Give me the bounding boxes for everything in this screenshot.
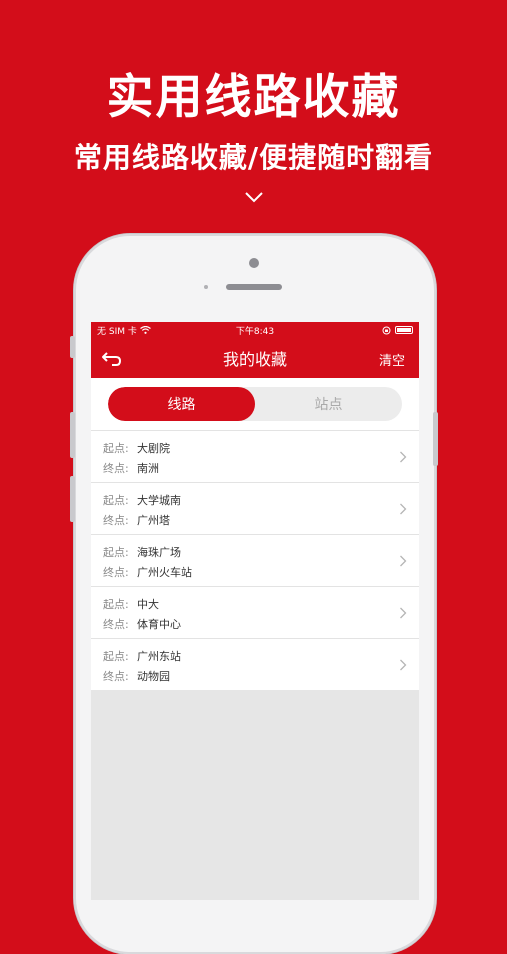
proximity-sensor <box>204 285 208 289</box>
wifi-icon <box>139 326 151 334</box>
start-label: 起点: <box>103 650 129 663</box>
end-label: 终点: <box>103 514 129 527</box>
end-label: 终点: <box>103 462 129 475</box>
route-list: 起点: 大剧院 终点: 南洲 起点: 大学城南 终点: 广州塔 起点: 海珠广场 终点: 广… <box>91 430 419 690</box>
battery-icon <box>395 326 413 334</box>
start-station: 海珠广场 <box>137 546 181 559</box>
end-station: 体育中心 <box>137 618 181 631</box>
start-station: 大学城南 <box>137 494 181 507</box>
end-label: 终点: <box>103 618 129 631</box>
carrier-label: 无 SIM 卡 <box>97 326 137 337</box>
promo-subline: 常用线路收藏/便捷随时翻看 <box>73 141 434 174</box>
route-row[interactable]: 起点: 大学城南 终点: 广州塔 <box>91 482 419 534</box>
start-label: 起点: <box>103 442 129 455</box>
route-row[interactable]: 起点: 海珠广场 终点: 广州火车站 <box>91 534 419 586</box>
start-label: 起点: <box>103 598 129 611</box>
route-row[interactable]: 起点: 广州东站 终点: 动物园 <box>91 638 419 690</box>
route-row[interactable]: 起点: 大剧院 终点: 南洲 <box>91 430 419 482</box>
page-title: 我的收藏 <box>222 350 287 369</box>
end-station: 南洲 <box>137 462 159 475</box>
status-bar: 无 SIM 卡 下午8:43 <box>91 322 419 338</box>
phone-power-button <box>433 412 438 466</box>
earpiece-speaker <box>226 284 282 290</box>
back-arrow-icon[interactable] <box>101 348 123 368</box>
orientation-lock-icon <box>382 326 391 334</box>
chevron-right-icon <box>400 659 407 671</box>
start-station: 广州东站 <box>137 650 181 663</box>
end-label: 终点: <box>103 670 129 683</box>
chevron-right-icon <box>400 503 407 515</box>
nav-bar: 我的收藏 清空 <box>91 338 419 378</box>
end-station: 广州火车站 <box>137 566 192 579</box>
start-label: 起点: <box>103 494 129 507</box>
segment-container: 线路 站点 <box>91 378 419 430</box>
clear-button[interactable]: 清空 <box>379 350 405 369</box>
promo-headline: 实用线路收藏 <box>106 70 401 125</box>
chevron-right-icon <box>400 607 407 619</box>
phone-volume-down <box>70 476 75 522</box>
start-label: 起点: <box>103 546 129 559</box>
end-station: 动物园 <box>137 670 170 683</box>
tab-stations[interactable]: 站点 <box>255 387 402 421</box>
phone-screen: 无 SIM 卡 下午8:43 我的收藏 清空 线路 站点 起点: 大剧院 终点:… <box>91 322 419 900</box>
phone-volume-up <box>70 412 75 458</box>
front-camera <box>249 258 259 268</box>
route-row[interactable]: 起点: 中大 终点: 体育中心 <box>91 586 419 638</box>
chevron-right-icon <box>400 555 407 567</box>
tab-routes[interactable]: 线路 <box>108 387 255 421</box>
chevron-down-icon <box>245 192 263 203</box>
end-station: 广州塔 <box>137 514 170 527</box>
phone-mute-switch <box>70 336 75 358</box>
segmented-control: 线路 站点 <box>108 387 402 421</box>
chevron-right-icon <box>400 451 407 463</box>
start-station: 大剧院 <box>137 442 170 455</box>
start-station: 中大 <box>137 598 159 611</box>
end-label: 终点: <box>103 566 129 579</box>
